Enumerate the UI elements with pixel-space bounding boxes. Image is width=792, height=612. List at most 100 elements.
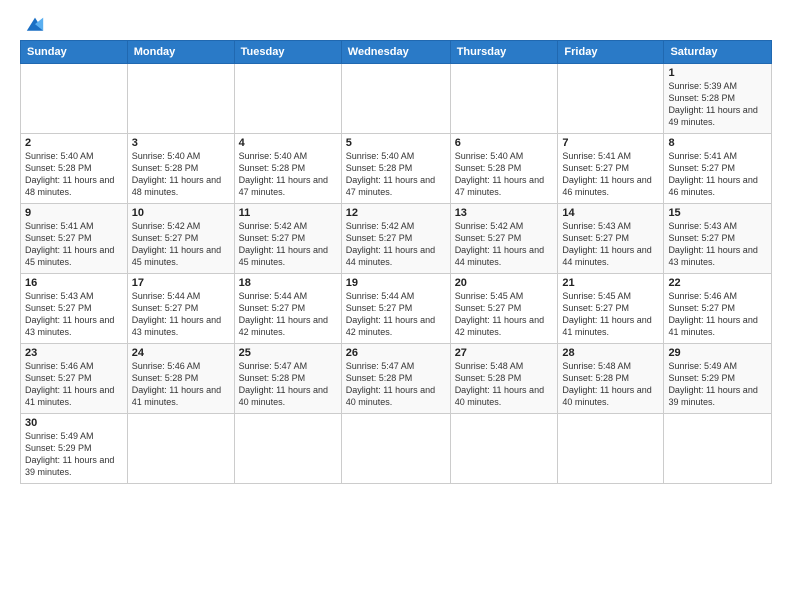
- day-info: Sunrise: 5:41 AM Sunset: 5:27 PM Dayligh…: [25, 220, 123, 269]
- weekday-header-sunday: Sunday: [21, 41, 128, 64]
- day-info: Sunrise: 5:40 AM Sunset: 5:28 PM Dayligh…: [455, 150, 554, 199]
- calendar-week-5: 23Sunrise: 5:46 AM Sunset: 5:27 PM Dayli…: [21, 344, 772, 414]
- day-info: Sunrise: 5:46 AM Sunset: 5:27 PM Dayligh…: [25, 360, 123, 409]
- calendar-cell: [450, 64, 558, 134]
- calendar-cell: 14Sunrise: 5:43 AM Sunset: 5:27 PM Dayli…: [558, 204, 664, 274]
- calendar-cell: 17Sunrise: 5:44 AM Sunset: 5:27 PM Dayli…: [127, 274, 234, 344]
- calendar-cell: [127, 64, 234, 134]
- day-number: 30: [25, 417, 123, 429]
- day-number: 3: [132, 137, 230, 149]
- calendar-week-6: 30Sunrise: 5:49 AM Sunset: 5:29 PM Dayli…: [21, 414, 772, 484]
- day-number: 25: [239, 347, 337, 359]
- day-number: 14: [562, 207, 659, 219]
- calendar-cell: 13Sunrise: 5:42 AM Sunset: 5:27 PM Dayli…: [450, 204, 558, 274]
- day-info: Sunrise: 5:40 AM Sunset: 5:28 PM Dayligh…: [239, 150, 337, 199]
- calendar-cell: 4Sunrise: 5:40 AM Sunset: 5:28 PM Daylig…: [234, 134, 341, 204]
- calendar-week-3: 9Sunrise: 5:41 AM Sunset: 5:27 PM Daylig…: [21, 204, 772, 274]
- day-number: 26: [346, 347, 446, 359]
- weekday-header-monday: Monday: [127, 41, 234, 64]
- day-number: 23: [25, 347, 123, 359]
- calendar-week-2: 2Sunrise: 5:40 AM Sunset: 5:28 PM Daylig…: [21, 134, 772, 204]
- logo-text: [20, 16, 47, 34]
- calendar-cell: 12Sunrise: 5:42 AM Sunset: 5:27 PM Dayli…: [341, 204, 450, 274]
- calendar-table: SundayMondayTuesdayWednesdayThursdayFrid…: [20, 40, 772, 484]
- day-info: Sunrise: 5:44 AM Sunset: 5:27 PM Dayligh…: [132, 290, 230, 339]
- day-info: Sunrise: 5:43 AM Sunset: 5:27 PM Dayligh…: [562, 220, 659, 269]
- calendar-cell: 21Sunrise: 5:45 AM Sunset: 5:27 PM Dayli…: [558, 274, 664, 344]
- calendar-cell: 10Sunrise: 5:42 AM Sunset: 5:27 PM Dayli…: [127, 204, 234, 274]
- calendar-cell: [234, 414, 341, 484]
- calendar-cell: [234, 64, 341, 134]
- day-info: Sunrise: 5:39 AM Sunset: 5:28 PM Dayligh…: [668, 80, 767, 129]
- day-info: Sunrise: 5:46 AM Sunset: 5:27 PM Dayligh…: [668, 290, 767, 339]
- day-info: Sunrise: 5:45 AM Sunset: 5:27 PM Dayligh…: [455, 290, 554, 339]
- day-info: Sunrise: 5:41 AM Sunset: 5:27 PM Dayligh…: [562, 150, 659, 199]
- header: [20, 16, 772, 34]
- day-info: Sunrise: 5:44 AM Sunset: 5:27 PM Dayligh…: [346, 290, 446, 339]
- day-number: 7: [562, 137, 659, 149]
- calendar-cell: 29Sunrise: 5:49 AM Sunset: 5:29 PM Dayli…: [664, 344, 772, 414]
- weekday-header-wednesday: Wednesday: [341, 41, 450, 64]
- day-info: Sunrise: 5:43 AM Sunset: 5:27 PM Dayligh…: [668, 220, 767, 269]
- calendar-cell: 27Sunrise: 5:48 AM Sunset: 5:28 PM Dayli…: [450, 344, 558, 414]
- day-number: 21: [562, 277, 659, 289]
- day-number: 10: [132, 207, 230, 219]
- day-info: Sunrise: 5:42 AM Sunset: 5:27 PM Dayligh…: [132, 220, 230, 269]
- day-number: 27: [455, 347, 554, 359]
- day-number: 16: [25, 277, 123, 289]
- calendar-cell: 3Sunrise: 5:40 AM Sunset: 5:28 PM Daylig…: [127, 134, 234, 204]
- calendar-cell: 6Sunrise: 5:40 AM Sunset: 5:28 PM Daylig…: [450, 134, 558, 204]
- day-info: Sunrise: 5:43 AM Sunset: 5:27 PM Dayligh…: [25, 290, 123, 339]
- calendar-cell: [664, 414, 772, 484]
- calendar-cell: 5Sunrise: 5:40 AM Sunset: 5:28 PM Daylig…: [341, 134, 450, 204]
- day-number: 20: [455, 277, 554, 289]
- day-number: 28: [562, 347, 659, 359]
- weekday-header-row: SundayMondayTuesdayWednesdayThursdayFrid…: [21, 41, 772, 64]
- day-info: Sunrise: 5:40 AM Sunset: 5:28 PM Dayligh…: [346, 150, 446, 199]
- calendar-cell: 9Sunrise: 5:41 AM Sunset: 5:27 PM Daylig…: [21, 204, 128, 274]
- calendar-cell: 18Sunrise: 5:44 AM Sunset: 5:27 PM Dayli…: [234, 274, 341, 344]
- day-number: 12: [346, 207, 446, 219]
- calendar-cell: 24Sunrise: 5:46 AM Sunset: 5:28 PM Dayli…: [127, 344, 234, 414]
- calendar-cell: [558, 64, 664, 134]
- day-number: 22: [668, 277, 767, 289]
- weekday-header-thursday: Thursday: [450, 41, 558, 64]
- calendar-cell: 26Sunrise: 5:47 AM Sunset: 5:28 PM Dayli…: [341, 344, 450, 414]
- day-number: 9: [25, 207, 123, 219]
- day-info: Sunrise: 5:42 AM Sunset: 5:27 PM Dayligh…: [346, 220, 446, 269]
- day-number: 6: [455, 137, 554, 149]
- day-info: Sunrise: 5:42 AM Sunset: 5:27 PM Dayligh…: [239, 220, 337, 269]
- calendar-cell: 28Sunrise: 5:48 AM Sunset: 5:28 PM Dayli…: [558, 344, 664, 414]
- calendar-cell: [341, 414, 450, 484]
- calendar-cell: 15Sunrise: 5:43 AM Sunset: 5:27 PM Dayli…: [664, 204, 772, 274]
- calendar-cell: 30Sunrise: 5:49 AM Sunset: 5:29 PM Dayli…: [21, 414, 128, 484]
- day-info: Sunrise: 5:47 AM Sunset: 5:28 PM Dayligh…: [346, 360, 446, 409]
- calendar-cell: 16Sunrise: 5:43 AM Sunset: 5:27 PM Dayli…: [21, 274, 128, 344]
- calendar-cell: [127, 414, 234, 484]
- calendar-week-1: 1Sunrise: 5:39 AM Sunset: 5:28 PM Daylig…: [21, 64, 772, 134]
- day-info: Sunrise: 5:40 AM Sunset: 5:28 PM Dayligh…: [25, 150, 123, 199]
- day-info: Sunrise: 5:47 AM Sunset: 5:28 PM Dayligh…: [239, 360, 337, 409]
- day-number: 24: [132, 347, 230, 359]
- calendar-cell: 8Sunrise: 5:41 AM Sunset: 5:27 PM Daylig…: [664, 134, 772, 204]
- weekday-header-tuesday: Tuesday: [234, 41, 341, 64]
- calendar-cell: [450, 414, 558, 484]
- calendar-week-4: 16Sunrise: 5:43 AM Sunset: 5:27 PM Dayli…: [21, 274, 772, 344]
- day-info: Sunrise: 5:41 AM Sunset: 5:27 PM Dayligh…: [668, 150, 767, 199]
- day-number: 13: [455, 207, 554, 219]
- day-number: 5: [346, 137, 446, 149]
- calendar-cell: 20Sunrise: 5:45 AM Sunset: 5:27 PM Dayli…: [450, 274, 558, 344]
- calendar-cell: 1Sunrise: 5:39 AM Sunset: 5:28 PM Daylig…: [664, 64, 772, 134]
- day-info: Sunrise: 5:42 AM Sunset: 5:27 PM Dayligh…: [455, 220, 554, 269]
- day-info: Sunrise: 5:49 AM Sunset: 5:29 PM Dayligh…: [668, 360, 767, 409]
- day-info: Sunrise: 5:40 AM Sunset: 5:28 PM Dayligh…: [132, 150, 230, 199]
- day-number: 11: [239, 207, 337, 219]
- calendar-cell: 7Sunrise: 5:41 AM Sunset: 5:27 PM Daylig…: [558, 134, 664, 204]
- day-info: Sunrise: 5:48 AM Sunset: 5:28 PM Dayligh…: [562, 360, 659, 409]
- logo-icon: [23, 16, 47, 34]
- day-number: 2: [25, 137, 123, 149]
- day-number: 29: [668, 347, 767, 359]
- day-info: Sunrise: 5:44 AM Sunset: 5:27 PM Dayligh…: [239, 290, 337, 339]
- day-number: 19: [346, 277, 446, 289]
- calendar-cell: [341, 64, 450, 134]
